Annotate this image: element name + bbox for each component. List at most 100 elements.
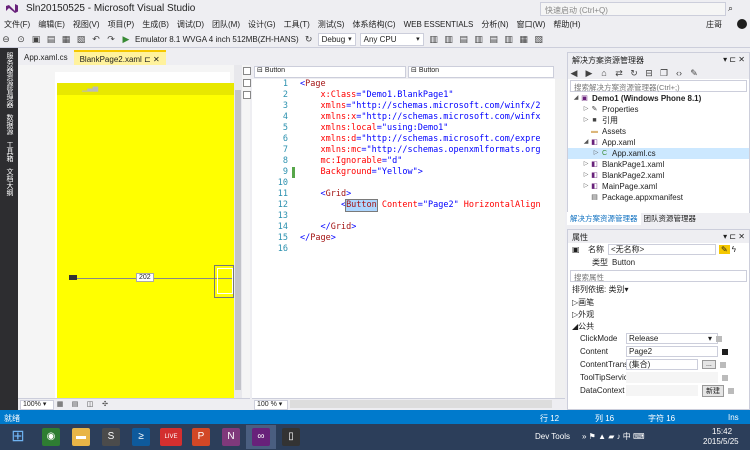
property-marker-icon[interactable] bbox=[719, 361, 726, 368]
taskbar-app-button[interactable]: ≥ bbox=[126, 425, 156, 449]
lightning-icon[interactable]: ϟ bbox=[732, 245, 736, 254]
designer-scroll-thumb[interactable] bbox=[235, 90, 241, 390]
grid-icon[interactable]: ▦ bbox=[54, 399, 66, 411]
code-line[interactable]: 2 x:Class = "Demo1.BlankPage1" bbox=[252, 90, 565, 101]
quick-launch-input[interactable]: 快速启动 (Ctrl+Q) bbox=[540, 2, 726, 16]
code-line[interactable]: 7 xmlns:mc = "http://schemas.openxmlformat… bbox=[252, 145, 565, 156]
property-action-button[interactable]: 新建 bbox=[702, 384, 724, 397]
forward-icon[interactable]: ⊙ bbox=[15, 33, 27, 45]
toolbar-tool-icon[interactable]: ▦ bbox=[518, 33, 530, 45]
taskbar-app-button[interactable]: P bbox=[186, 425, 216, 449]
toolbar-tool-icon[interactable]: ▥ bbox=[503, 33, 515, 45]
save-all-icon[interactable]: ▧ bbox=[75, 33, 87, 45]
pin-icon[interactable]: ▾ ⊏ ✕ bbox=[723, 232, 745, 241]
editor-zoom-select[interactable]: 100 % ▾ bbox=[254, 399, 288, 410]
code-line[interactable]: 10 bbox=[252, 178, 565, 189]
snap-icon[interactable]: ▤ bbox=[69, 399, 81, 411]
toolbar-tool-icon[interactable]: ▥ bbox=[428, 33, 440, 45]
tree-item[interactable]: ▷ ✎ Properties bbox=[568, 104, 749, 115]
element-select-left[interactable]: ⊟ Button bbox=[254, 66, 406, 78]
menu-item[interactable]: 项目(P) bbox=[104, 17, 139, 32]
home-icon[interactable]: ⌂ bbox=[598, 67, 610, 79]
tab-team-explorer[interactable]: 团队资源管理器 bbox=[641, 212, 700, 225]
tree-item[interactable]: ▷ ◧ BlankPage2.xaml bbox=[568, 170, 749, 181]
expand-arrow-icon[interactable]: ▷ bbox=[582, 170, 590, 181]
menu-item[interactable]: WEB ESSENTIALS bbox=[400, 18, 478, 31]
menu-item[interactable]: 窗口(W) bbox=[512, 17, 549, 32]
redo-icon[interactable]: ↷ bbox=[105, 33, 117, 45]
code-icon[interactable]: ‹› bbox=[673, 67, 685, 79]
code-line[interactable]: 9 Background = "Yellow" > bbox=[252, 167, 565, 178]
property-value[interactable]: Release bbox=[626, 333, 718, 344]
taskbar-app-button[interactable]: ⊞ bbox=[0, 425, 36, 449]
code-line[interactable]: 12 < Button Content = "Page2" HorizontalAli… bbox=[252, 199, 565, 212]
refresh-icon[interactable]: ↻ bbox=[628, 67, 640, 79]
tab-app-xaml-cs[interactable]: App.xaml.cs bbox=[18, 50, 74, 65]
wrench-icon[interactable]: ✎ bbox=[688, 67, 700, 79]
back-icon[interactable]: ◀ bbox=[568, 67, 580, 79]
taskbar-app-button[interactable]: ∞ bbox=[246, 425, 276, 449]
tray-icons[interactable]: » ⚑ ▲ ▰ ♪ 中 ⌨ bbox=[582, 431, 645, 442]
rail-tab[interactable]: 服务器资源管理器 bbox=[4, 52, 14, 108]
expand-arrow-icon[interactable]: ◢ bbox=[582, 137, 590, 148]
menu-item[interactable]: 编辑(E) bbox=[34, 17, 69, 32]
user-name[interactable]: 庄哥 bbox=[706, 19, 722, 30]
menu-item[interactable]: 测试(S) bbox=[314, 17, 349, 32]
run-icon[interactable]: ▶ bbox=[120, 33, 132, 45]
tree-item[interactable]: ▤ Package.appxmanifest bbox=[568, 192, 749, 203]
expand-arrow-icon[interactable]: ▷ bbox=[582, 159, 590, 170]
tree-item[interactable]: ▷ ◧ MainPage.xaml bbox=[568, 181, 749, 192]
pin-icon[interactable]: ⊏ bbox=[144, 55, 151, 64]
user-avatar-icon[interactable] bbox=[737, 19, 747, 29]
property-marker-icon[interactable] bbox=[728, 387, 734, 394]
new-project-icon[interactable]: ▣ bbox=[30, 33, 42, 45]
horizontal-scrollbar[interactable] bbox=[290, 400, 552, 408]
forward-icon[interactable]: ▶ bbox=[583, 67, 595, 79]
tree-item[interactable]: ▷ ◧ BlankPage1.xaml bbox=[568, 159, 749, 170]
xaml-code-editor[interactable]: 1 < Page 2 x:Class = "Demo1.BlankPage1" 3 xmln… bbox=[252, 79, 565, 398]
property-value[interactable] bbox=[626, 372, 718, 383]
tree-item[interactable]: ◢ ◧ App.xaml bbox=[568, 137, 749, 148]
rail-tab[interactable]: 工具箱 bbox=[4, 141, 14, 162]
code-line[interactable]: 16 bbox=[252, 244, 565, 255]
tree-item[interactable]: ◢ ▣ Demo1 (Windows Phone 8.1) bbox=[568, 93, 749, 104]
code-line[interactable]: 5 xmlns:local = "using:Demo1" bbox=[252, 123, 565, 134]
open-icon[interactable]: ▤ bbox=[45, 33, 57, 45]
undo-icon[interactable]: ↶ bbox=[90, 33, 102, 45]
toolbar-tool-icon[interactable]: ▧ bbox=[533, 33, 545, 45]
taskbar-app-button[interactable]: ▯ bbox=[276, 425, 306, 449]
sync-icon[interactable]: ⇄ bbox=[613, 67, 625, 79]
copy-icon[interactable]: ❐ bbox=[658, 67, 670, 79]
toolbar-tool-icon[interactable]: ▥ bbox=[443, 33, 455, 45]
code-line[interactable]: 3 xmlns = "http://schemas.microsoft.com/wi… bbox=[252, 101, 565, 112]
code-line[interactable]: 8 mc:Ignorable = "d" bbox=[252, 156, 565, 167]
expand-arrow-icon[interactable]: ▷ bbox=[592, 148, 600, 159]
code-line[interactable]: 4 xmlns:x = "http://schemas.microsoft.com/… bbox=[252, 112, 565, 123]
artboard-icon[interactable]: ◫ bbox=[84, 399, 96, 411]
swap-panes-icon[interactable] bbox=[243, 67, 251, 75]
expand-arrow-icon[interactable]: ▷ bbox=[582, 104, 590, 115]
tree-item[interactable]: ▷ ■ 引用 bbox=[568, 115, 749, 126]
property-action-button[interactable]: ... bbox=[702, 360, 716, 369]
code-line[interactable]: 13 bbox=[252, 211, 565, 222]
category-common[interactable]: ◢ 公共 bbox=[568, 320, 749, 332]
property-value[interactable] bbox=[626, 385, 698, 396]
tree-item[interactable]: ▷ C App.xaml.cs bbox=[568, 148, 749, 159]
designer-zoom-select[interactable]: 100% ▾ bbox=[20, 399, 54, 410]
horizontal-split-icon[interactable] bbox=[243, 79, 251, 87]
toolbar-tool-icon[interactable]: ▤ bbox=[458, 33, 470, 45]
pin-icon[interactable]: ▾ ⊏ ✕ bbox=[723, 55, 745, 64]
search-icon[interactable]: ⌕ bbox=[728, 3, 733, 14]
property-marker-icon[interactable] bbox=[722, 374, 728, 381]
property-value[interactable]: (集合) bbox=[626, 359, 698, 370]
refresh-icon[interactable]: ↻ bbox=[303, 33, 315, 45]
page-background[interactable] bbox=[57, 83, 235, 398]
property-value[interactable]: Page2 bbox=[626, 346, 718, 357]
editor-scrollbar[interactable] bbox=[555, 79, 565, 398]
element-select-right[interactable]: ⊟ Button bbox=[408, 66, 554, 78]
expand-arrow-icon[interactable]: ◢ bbox=[572, 93, 580, 104]
menu-item[interactable]: 设计(G) bbox=[244, 17, 280, 32]
back-icon[interactable]: ⊖ bbox=[0, 33, 12, 45]
vertical-split-icon[interactable] bbox=[243, 91, 251, 99]
menu-item[interactable]: 调试(D) bbox=[173, 17, 208, 32]
